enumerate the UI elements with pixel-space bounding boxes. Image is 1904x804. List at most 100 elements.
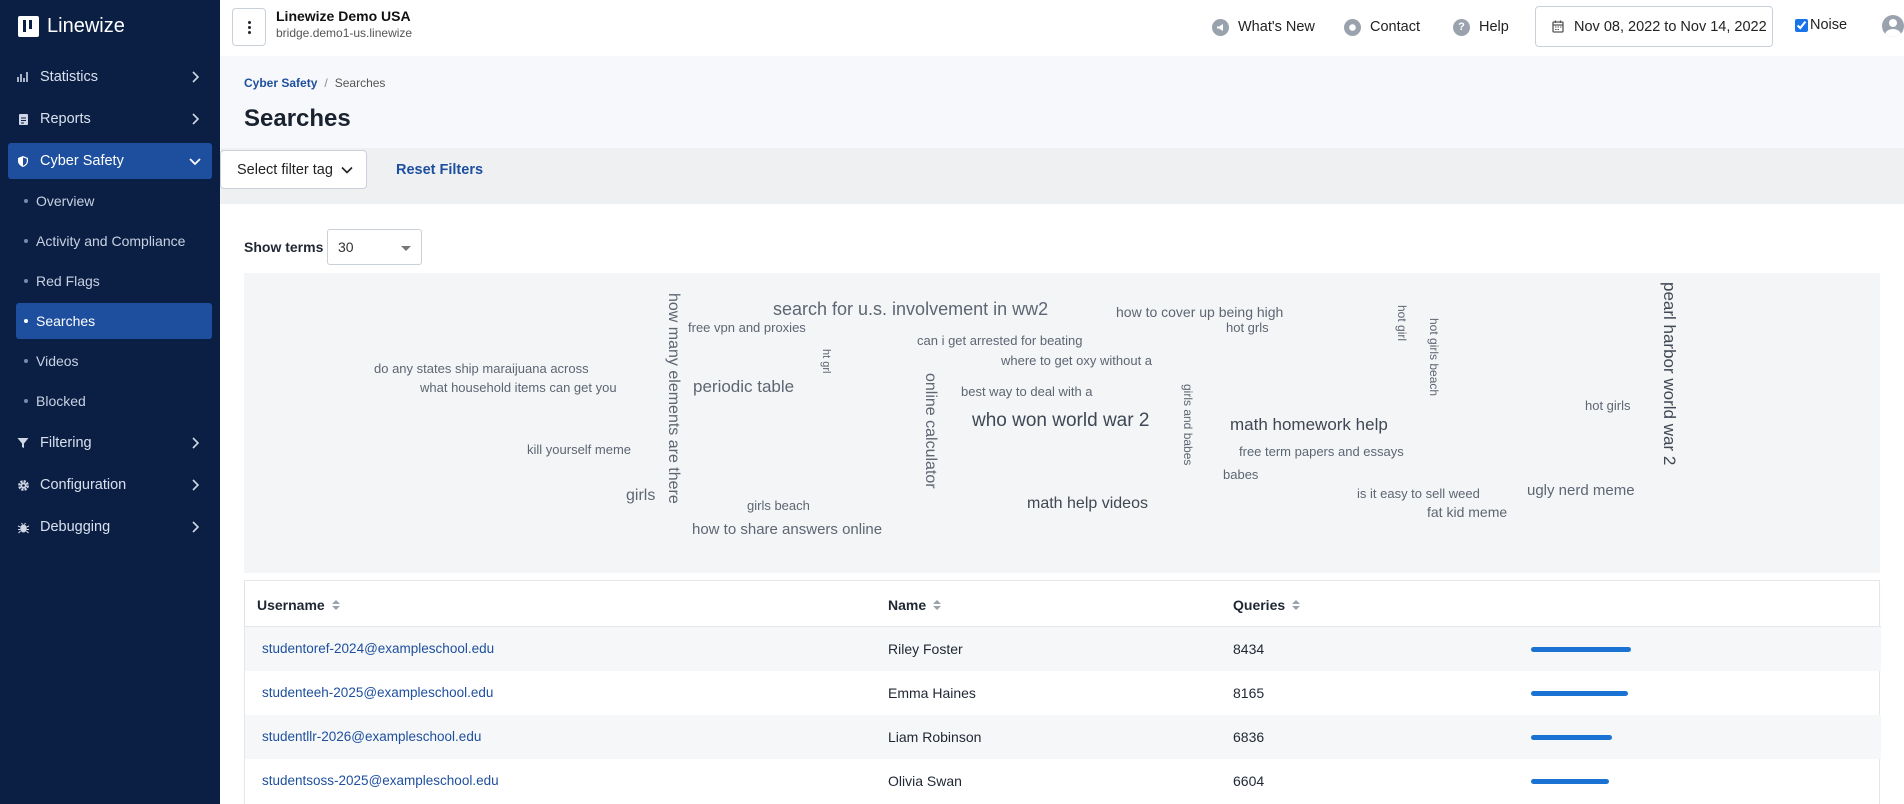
show-terms-select[interactable]: 30 bbox=[327, 229, 422, 265]
word-cloud-term[interactable]: is it easy to sell weed bbox=[1357, 487, 1480, 500]
chevron-right-icon bbox=[192, 113, 200, 125]
shield-icon bbox=[16, 154, 30, 168]
word-cloud-term[interactable]: kill yourself meme bbox=[527, 443, 631, 456]
word-cloud-term[interactable]: ht grl bbox=[820, 349, 832, 373]
word-cloud-term[interactable]: what household items can get you bbox=[420, 381, 617, 394]
filter-bar: Select filter tag Reset Filters bbox=[220, 148, 1904, 204]
whats-new-label: What's New bbox=[1238, 19, 1315, 35]
word-cloud-term[interactable]: how many elements are there bbox=[665, 293, 682, 504]
breadcrumb-cyber-safety[interactable]: Cyber Safety bbox=[244, 76, 317, 90]
word-cloud-term[interactable]: best way to deal with a bbox=[961, 385, 1093, 398]
whats-new-link[interactable]: What's New bbox=[1212, 17, 1315, 37]
sidebar-subitem-red-flags[interactable]: Red Flags bbox=[16, 263, 212, 299]
sidebar-item-label: Cyber Safety bbox=[40, 153, 124, 169]
chat-icon bbox=[1344, 18, 1361, 36]
sidebar-item-configuration[interactable]: Configuration bbox=[8, 467, 212, 503]
word-cloud-term[interactable]: periodic table bbox=[693, 378, 794, 395]
noise-checkbox[interactable] bbox=[1795, 18, 1808, 32]
word-cloud-term[interactable]: fat kid meme bbox=[1427, 505, 1507, 519]
table-header: Username Name Queries bbox=[245, 581, 1881, 627]
word-cloud-term[interactable]: free term papers and essays bbox=[1239, 445, 1404, 458]
table-row[interactable]: studentllr-2026@exampleschool.edu Liam R… bbox=[245, 715, 1881, 759]
contact-link[interactable]: Contact bbox=[1344, 17, 1420, 37]
help-link[interactable]: ? Help bbox=[1453, 17, 1509, 37]
sidebar-subitem-label: Red Flags bbox=[36, 273, 100, 289]
word-cloud-term[interactable]: girls beach bbox=[747, 499, 810, 512]
more-menu-button[interactable] bbox=[232, 8, 266, 46]
logo-text: Linewize bbox=[47, 14, 125, 37]
sidebar-subitem-videos[interactable]: Videos bbox=[16, 343, 212, 379]
sort-icon bbox=[933, 600, 942, 610]
document-icon bbox=[16, 112, 30, 126]
dropdown-arrow-icon bbox=[401, 246, 411, 251]
select-filter-tag-dropdown[interactable]: Select filter tag bbox=[220, 150, 367, 189]
avatar[interactable] bbox=[1882, 15, 1904, 37]
column-header-username[interactable]: Username bbox=[257, 597, 340, 613]
search-terms-word-cloud: search for u.s. involvement in ww2 how t… bbox=[244, 273, 1880, 573]
sidebar-subitem-activity-compliance[interactable]: Activity and Compliance bbox=[16, 223, 212, 259]
sidebar-item-label: Filtering bbox=[40, 435, 92, 451]
chevron-down-icon bbox=[341, 166, 353, 174]
word-cloud-term[interactable]: do any states ship maraijuana across bbox=[374, 362, 589, 375]
sidebar-item-reports[interactable]: Reports bbox=[8, 101, 212, 137]
show-terms-label: Show terms bbox=[244, 239, 324, 255]
word-cloud-term[interactable]: where to get oxy without a bbox=[1001, 354, 1152, 367]
sidebar-item-debugging[interactable]: Debugging bbox=[8, 509, 212, 545]
word-cloud-term[interactable]: babes bbox=[1223, 468, 1258, 481]
sidebar-item-statistics[interactable]: Statistics bbox=[8, 59, 212, 95]
word-cloud-term[interactable]: hot grls bbox=[1226, 321, 1269, 334]
username-link[interactable]: studentsoss-2025@exampleschool.edu bbox=[262, 773, 499, 788]
bullet-icon bbox=[24, 239, 28, 243]
breadcrumb-current: Searches bbox=[334, 76, 386, 90]
query-bar bbox=[1531, 735, 1612, 740]
word-cloud-term[interactable]: can i get arrested for beating bbox=[917, 334, 1083, 347]
word-cloud-term[interactable]: math homework help bbox=[1230, 416, 1388, 433]
sidebar-item-filtering[interactable]: Filtering bbox=[8, 425, 212, 461]
chevron-right-icon bbox=[192, 479, 200, 491]
sidebar-subitem-label: Searches bbox=[36, 313, 96, 329]
breadcrumb: Cyber Safety / Searches bbox=[244, 76, 385, 90]
kebab-icon bbox=[247, 20, 251, 35]
table-row[interactable]: studentoref-2024@exampleschool.edu Riley… bbox=[245, 627, 1881, 671]
word-cloud-term[interactable]: free vpn and proxies bbox=[688, 321, 806, 334]
word-cloud-term[interactable]: ugly nerd meme bbox=[1527, 483, 1635, 498]
sidebar-subitem-overview[interactable]: Overview bbox=[16, 183, 212, 219]
word-cloud-term[interactable]: who won world war 2 bbox=[972, 411, 1149, 430]
user-name: Olivia Swan bbox=[888, 773, 962, 789]
sidebar-subitem-searches[interactable]: Searches bbox=[16, 303, 212, 339]
word-cloud-term[interactable]: hot girls beach bbox=[1427, 318, 1441, 396]
table-row[interactable]: studentsoss-2025@exampleschool.edu Olivi… bbox=[245, 759, 1881, 803]
word-cloud-term[interactable]: math help videos bbox=[1027, 496, 1148, 512]
sidebar-item-cyber-safety[interactable]: Cyber Safety bbox=[8, 143, 212, 179]
table-row[interactable]: studenteeh-2025@exampleschool.edu Emma H… bbox=[245, 671, 1881, 715]
word-cloud-term[interactable]: hot girl bbox=[1395, 305, 1409, 341]
word-cloud-term[interactable]: how to cover up being high bbox=[1116, 305, 1283, 319]
chevron-right-icon bbox=[192, 437, 200, 449]
show-terms-value: 30 bbox=[338, 239, 354, 255]
noise-toggle[interactable]: Noise bbox=[1795, 17, 1847, 33]
sidebar-item-label: Reports bbox=[40, 111, 91, 127]
megaphone-icon bbox=[1212, 18, 1229, 36]
query-count: 6604 bbox=[1233, 773, 1265, 789]
username-link[interactable]: studentllr-2026@exampleschool.edu bbox=[262, 729, 481, 744]
username-link[interactable]: studentoref-2024@exampleschool.edu bbox=[262, 641, 494, 656]
bullet-icon bbox=[24, 319, 28, 323]
sidebar: Linewize Statistics Reports Cyber Safety… bbox=[0, 0, 220, 804]
sidebar-subitem-blocked[interactable]: Blocked bbox=[16, 383, 212, 419]
bullet-icon bbox=[24, 399, 28, 403]
word-cloud-term[interactable]: pearl harbor world war 2 bbox=[1660, 282, 1679, 465]
word-cloud-term[interactable]: online calculator bbox=[922, 373, 939, 489]
column-header-name[interactable]: Name bbox=[888, 597, 942, 613]
date-range-label: Nov 08, 2022 to Nov 14, 2022 bbox=[1574, 18, 1767, 35]
reset-filters-button[interactable]: Reset Filters bbox=[396, 162, 483, 178]
username-link[interactable]: studenteeh-2025@exampleschool.edu bbox=[262, 685, 493, 700]
word-cloud-term[interactable]: search for u.s. involvement in ww2 bbox=[773, 300, 1048, 318]
word-cloud-term[interactable]: girls bbox=[626, 488, 655, 504]
user-searches-table: Username Name Queries studentoref-2024@e… bbox=[244, 580, 1881, 804]
column-header-queries[interactable]: Queries bbox=[1233, 597, 1301, 613]
linewize-logo[interactable]: Linewize bbox=[18, 13, 125, 39]
word-cloud-term[interactable]: how to share answers online bbox=[692, 522, 882, 537]
date-range-picker[interactable]: Nov 08, 2022 to Nov 14, 2022 bbox=[1535, 6, 1773, 47]
word-cloud-term[interactable]: hot girls bbox=[1585, 399, 1631, 412]
word-cloud-term[interactable]: girls and babes bbox=[1181, 384, 1195, 465]
